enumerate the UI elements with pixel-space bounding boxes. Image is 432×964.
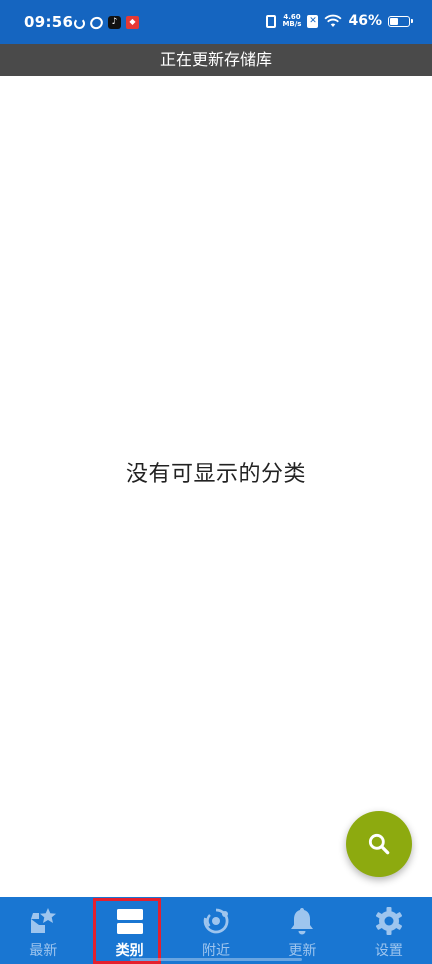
app-oval-icon bbox=[87, 14, 106, 31]
net-speed-unit: MB/s bbox=[282, 20, 302, 28]
empty-categories-message: 没有可显示的分类 bbox=[125, 462, 306, 487]
nav-item-latest[interactable]: 最新 bbox=[0, 897, 86, 964]
battery-fill bbox=[390, 17, 398, 25]
status-right: 4.60 MB/s ✕ 46% bbox=[266, 13, 413, 29]
red-app-icon: ◆ bbox=[126, 16, 139, 29]
gear-icon bbox=[375, 907, 402, 935]
updating-repositories-banner: 正在更新存储库 bbox=[0, 44, 432, 76]
x-icon: ✕ bbox=[307, 14, 319, 28]
nav-item-categories[interactable]: 类别 bbox=[86, 897, 172, 964]
gesture-bar[interactable] bbox=[130, 958, 302, 961]
latest-star-icon bbox=[31, 908, 57, 933]
wifi-icon bbox=[324, 14, 343, 27]
nav-item-settings[interactable]: 设置 bbox=[346, 897, 432, 964]
nav-label-categories: 类别 bbox=[115, 943, 144, 959]
nav-label-nearby: 附近 bbox=[202, 943, 231, 959]
net-speed: 4.60 MB/s bbox=[282, 14, 301, 28]
battery-icon bbox=[388, 15, 413, 27]
status-bar: 09:56 ♪ ◆ 4.60 MB/s ✕ 46% bbox=[0, 0, 432, 44]
search-fab-button[interactable] bbox=[346, 811, 412, 877]
battery-percent: 46% bbox=[348, 13, 382, 29]
nav-item-updates[interactable]: 更新 bbox=[259, 897, 345, 964]
nav-label-settings: 设置 bbox=[374, 943, 403, 959]
notification-icons: ♪ ◆ bbox=[74, 14, 139, 31]
vibrate-icon bbox=[266, 14, 277, 28]
nav-label-updates: 更新 bbox=[288, 943, 317, 959]
search-icon bbox=[368, 833, 390, 855]
categories-icon bbox=[116, 909, 143, 934]
status-time: 09:56 bbox=[24, 13, 74, 31]
bell-icon bbox=[291, 908, 314, 935]
nav-item-nearby[interactable]: 附近 bbox=[173, 897, 259, 964]
nav-label-latest: 最新 bbox=[29, 943, 58, 959]
nearby-icon bbox=[203, 908, 229, 934]
bottom-navigation: 最新 类别 附近 更新 设置 bbox=[0, 897, 432, 964]
tiktok-icon: ♪ bbox=[108, 16, 121, 29]
refresh-icon bbox=[74, 17, 85, 29]
